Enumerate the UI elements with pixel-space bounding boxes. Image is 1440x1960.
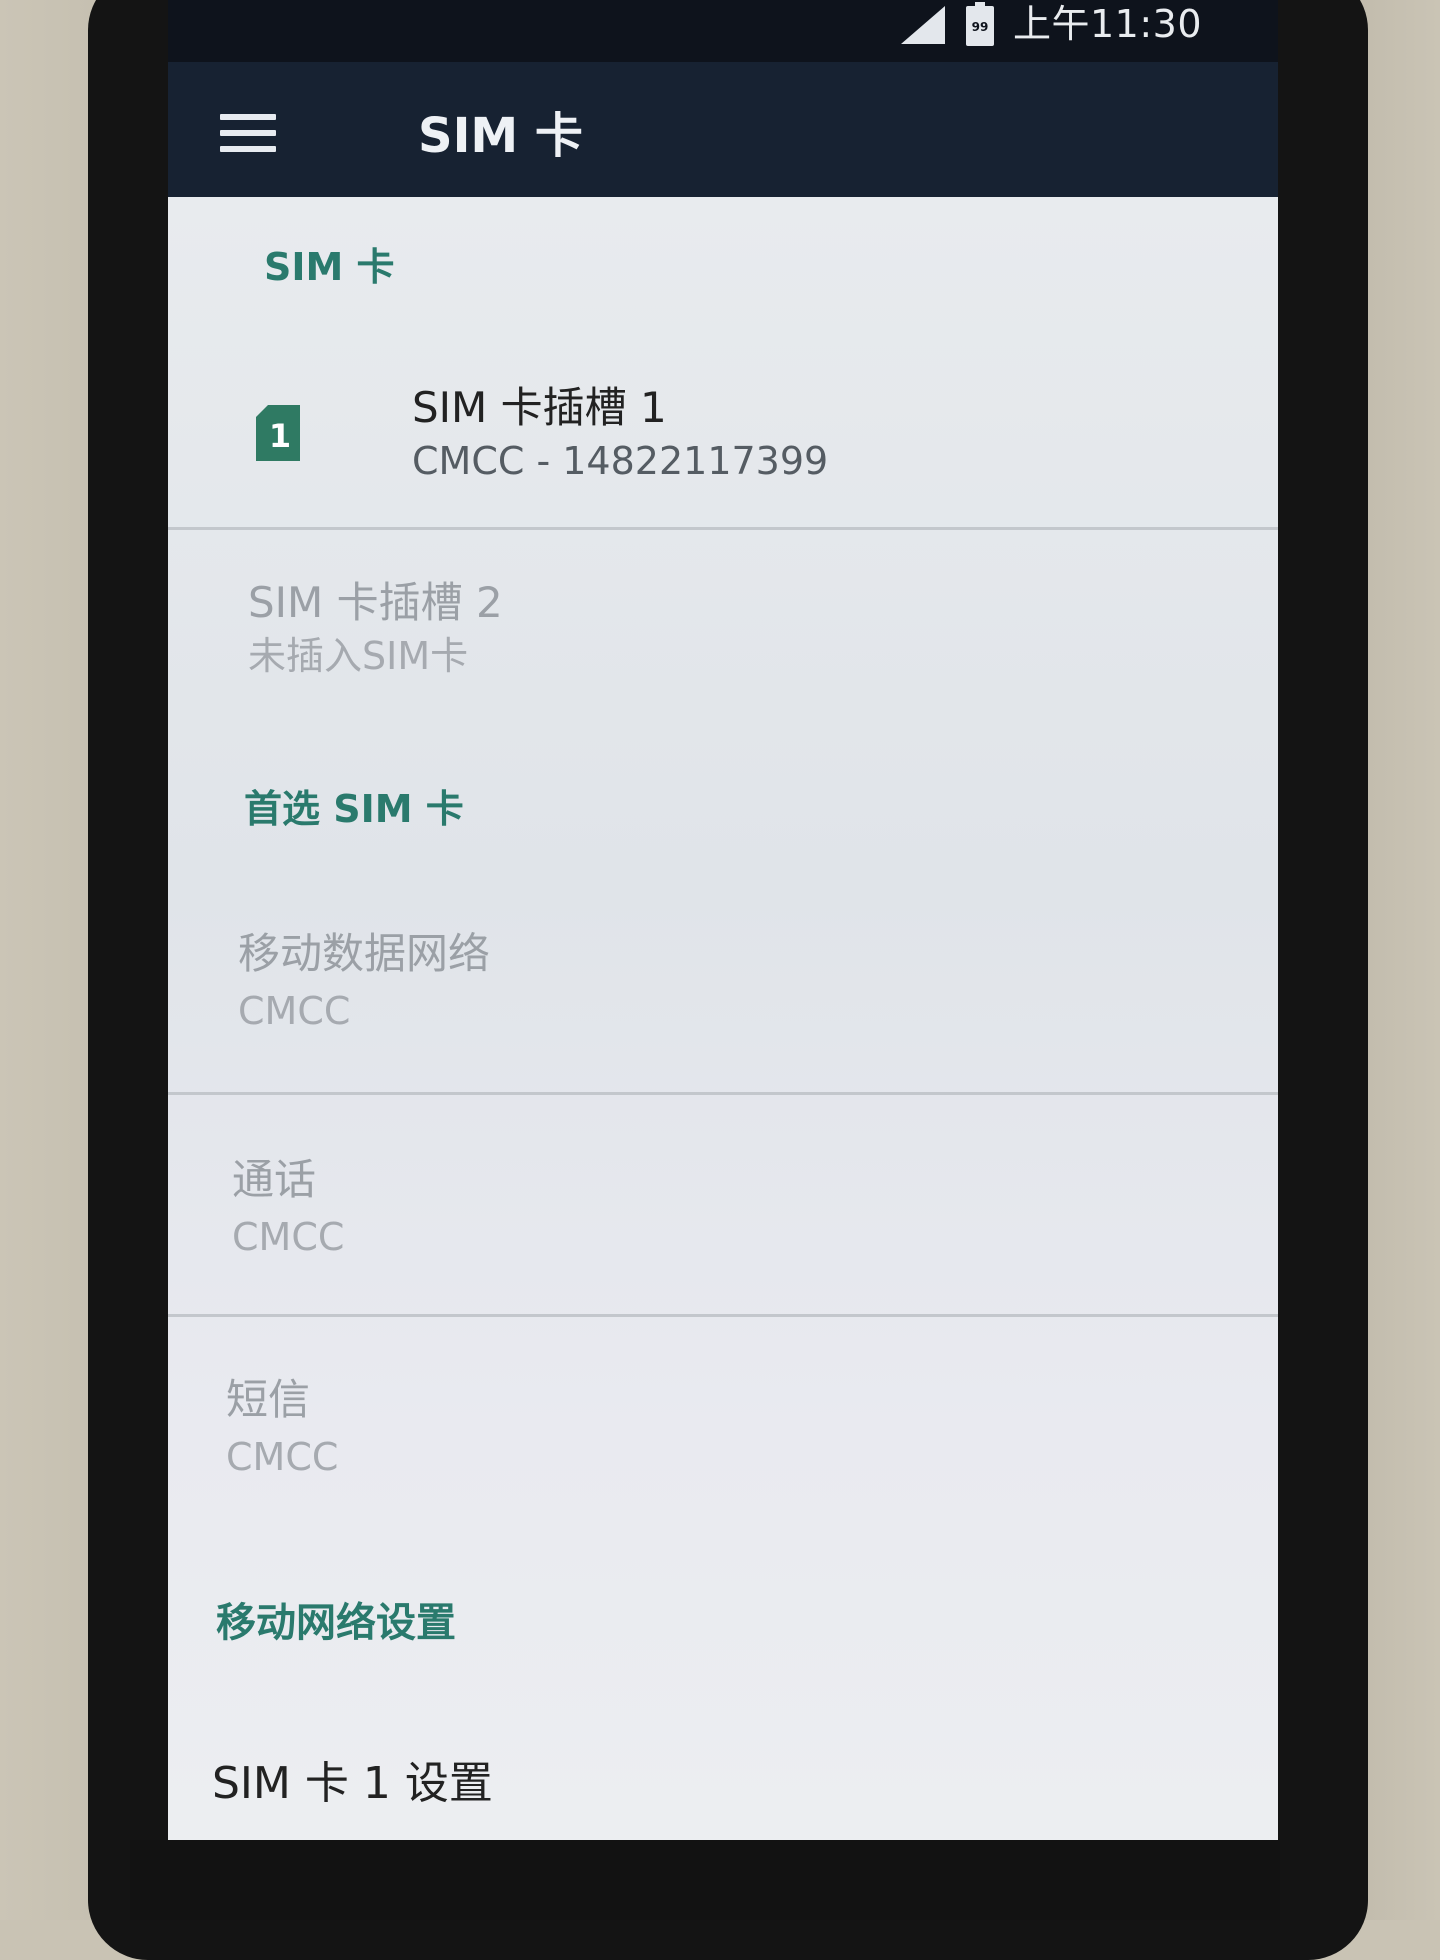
sim-slot-1-summary: CMCC - 14822117399 <box>412 439 829 483</box>
section-header-mobile-network: 移动网络设置 <box>216 1600 456 1646</box>
page-title: SIM 卡 <box>418 108 583 164</box>
status-time: 上午11:30 <box>1013 2 1203 46</box>
sms-item: 短信 CMCC <box>168 1319 1278 1534</box>
sim-1-settings-title: SIM 卡 1 设置 <box>212 1758 493 1809</box>
sim-slot-2-title: SIM 卡插槽 2 <box>248 578 503 627</box>
sim-slot-2-summary: 未插入SIM卡 <box>248 634 469 678</box>
cellular-signal-icon <box>901 6 945 44</box>
sim-card-1-icon: 1 <box>256 405 300 461</box>
divider <box>168 1092 1278 1095</box>
calls-title: 通话 <box>232 1155 317 1204</box>
sim-1-settings-item[interactable]: SIM 卡 1 设置 <box>168 1697 1278 1840</box>
app-bar: SIM 卡 <box>168 62 1278 197</box>
mobile-data-item: 移动数据网络 CMCC <box>168 887 1278 1087</box>
calls-summary: CMCC <box>232 1215 345 1259</box>
phone-screen: 99 上午11:30 SIM 卡 SIM 卡 1 SIM 卡插槽 1 CMCC … <box>168 0 1278 1840</box>
battery-icon: 99 <box>966 2 994 46</box>
sim-slot-1-title: SIM 卡插槽 1 <box>412 383 667 432</box>
divider <box>168 1314 1278 1317</box>
mobile-data-summary: CMCC <box>238 989 351 1033</box>
divider <box>168 527 1278 530</box>
sim-slot-2-item: SIM 卡插槽 2 未插入SIM卡 <box>168 532 1278 717</box>
hamburger-menu-icon[interactable] <box>220 114 276 158</box>
battery-level-text: 99 <box>972 20 989 34</box>
phone-bottom-bezel <box>130 1840 1280 1920</box>
sim-card-1-number: 1 <box>269 417 291 455</box>
calls-item: 通话 CMCC <box>168 1097 1278 1312</box>
mobile-data-title: 移动数据网络 <box>238 929 491 978</box>
settings-list: SIM 卡 1 SIM 卡插槽 1 CMCC - 14822117399 SIM… <box>168 197 1278 1840</box>
section-header-sim-cards: SIM 卡 <box>264 245 395 289</box>
sms-title: 短信 <box>226 1375 311 1424</box>
sms-summary: CMCC <box>226 1435 339 1479</box>
sim-slot-1-item[interactable]: 1 SIM 卡插槽 1 CMCC - 14822117399 <box>168 307 1278 537</box>
status-bar: 99 上午11:30 <box>168 0 1278 62</box>
section-header-preferred-sim: 首选 SIM 卡 <box>244 787 464 831</box>
